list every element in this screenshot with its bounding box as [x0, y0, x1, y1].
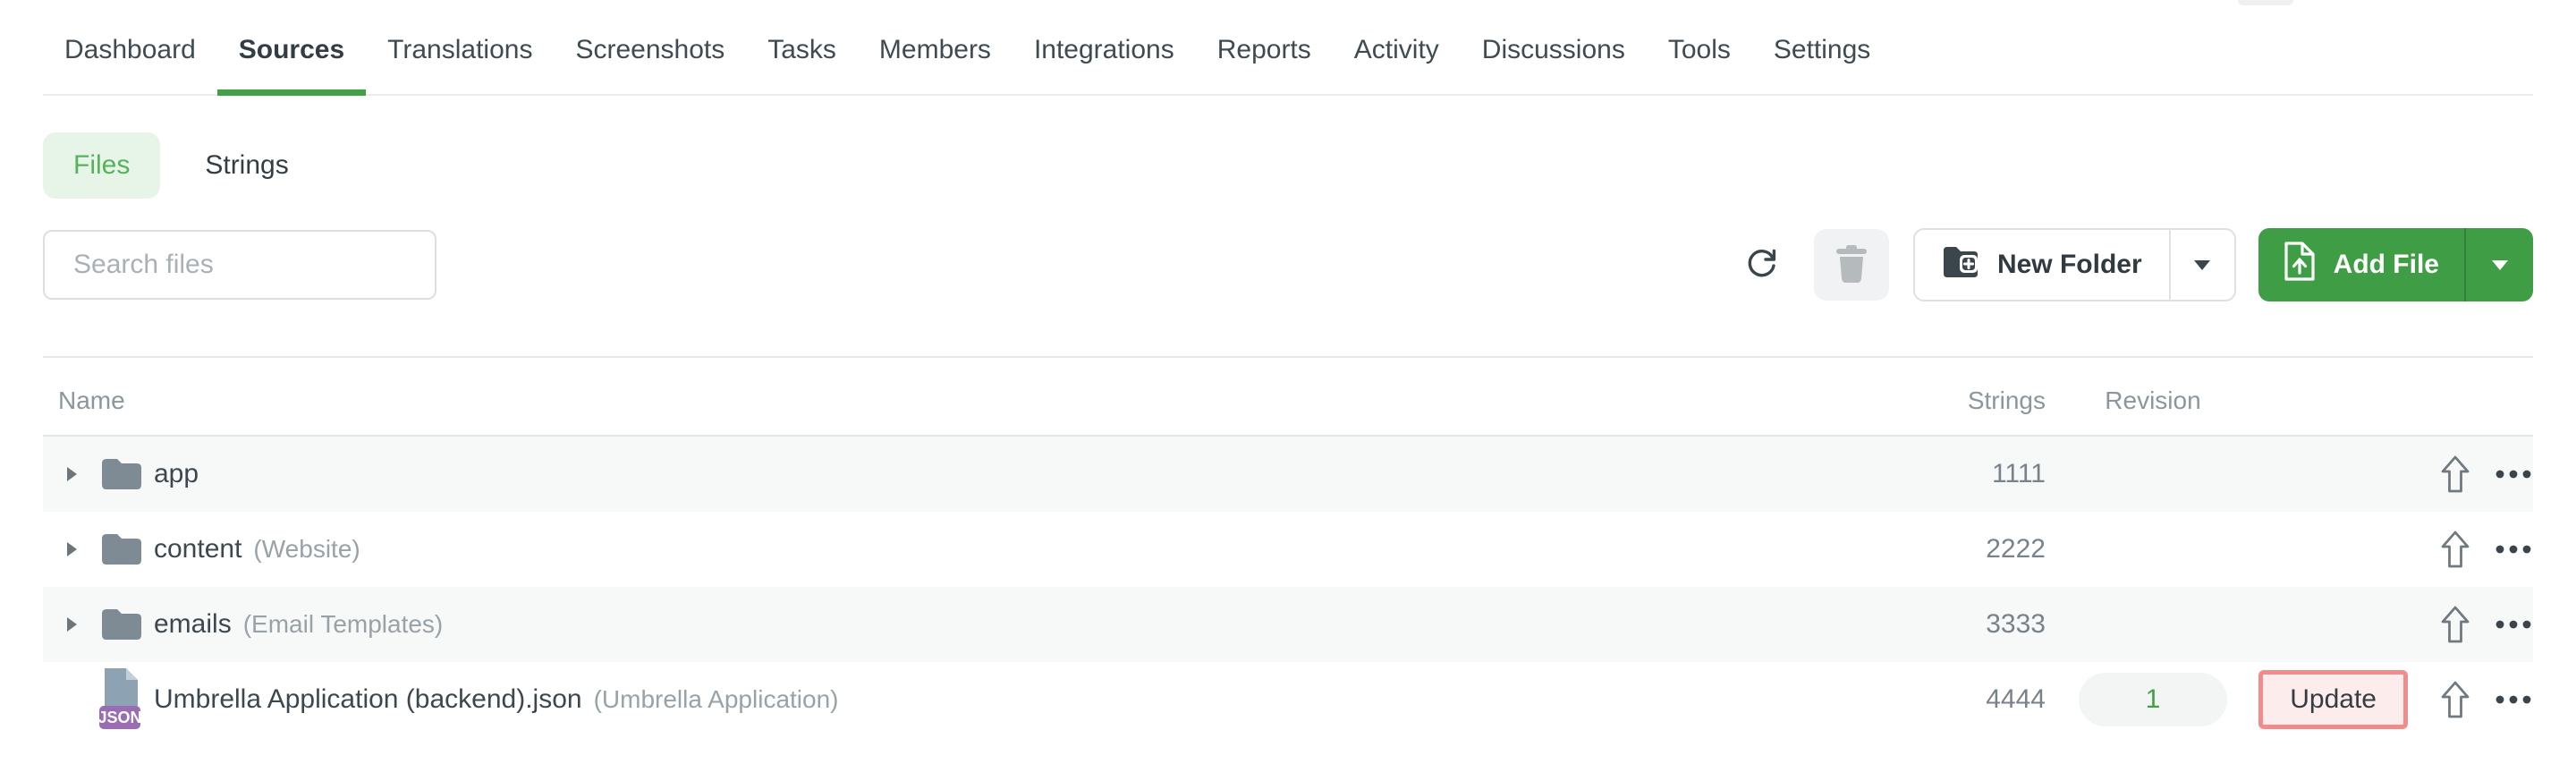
folder-icon [99, 607, 142, 641]
new-folder-button[interactable]: New Folder [1915, 230, 2169, 300]
file-upload-icon [2284, 241, 2316, 289]
strings-count: 3333 [1986, 609, 2046, 639]
add-file-button[interactable]: Add File [2258, 228, 2464, 301]
json-file-icon: JSON [99, 667, 142, 732]
more-menu-icon[interactable] [2494, 470, 2533, 479]
search-input[interactable] [43, 230, 436, 300]
table-row[interactable]: content (Website) 2222 [43, 512, 2533, 587]
table-row[interactable]: app 1111 [43, 437, 2533, 512]
revision-badge[interactable]: 1 [2079, 673, 2227, 726]
refresh-icon [1744, 246, 1780, 284]
nav-tab-translations[interactable]: Translations [366, 0, 554, 94]
update-button[interactable]: Update [2258, 670, 2408, 729]
json-badge-label: JSON [99, 709, 142, 726]
nav-tab-integrations[interactable]: Integrations [1013, 0, 1196, 94]
chevron-down-icon [2491, 259, 2508, 270]
new-folder-split-button: New Folder [1912, 228, 2236, 301]
upload-icon[interactable] [2440, 681, 2470, 718]
more-menu-icon[interactable] [2494, 545, 2533, 554]
upload-icon[interactable] [2440, 531, 2470, 568]
tab-files[interactable]: Files [43, 132, 161, 199]
folder-icon [99, 457, 142, 491]
expand-caret-icon[interactable] [65, 541, 78, 557]
more-menu-icon[interactable] [2494, 695, 2533, 704]
nav-tab-discussions[interactable]: Discussions [1461, 0, 1647, 94]
file-name[interactable]: Umbrella Application (backend).json [154, 684, 582, 715]
expand-caret-icon[interactable] [65, 616, 78, 632]
nav-tab-dashboard[interactable]: Dashboard [43, 0, 217, 94]
files-toolbar: New Folder Add File [43, 228, 2533, 301]
table-row[interactable]: JSON Umbrella Application (backend).json… [43, 662, 2533, 737]
chevron-down-icon [2194, 259, 2211, 270]
nav-tab-screenshots[interactable]: Screenshots [554, 0, 746, 94]
folder-name[interactable]: content [154, 534, 242, 565]
folder-secondary-label: (Email Templates) [242, 610, 444, 638]
nav-tab-reports[interactable]: Reports [1196, 0, 1333, 94]
new-folder-dropdown[interactable] [2168, 230, 2234, 300]
view-toggle: Files Strings [43, 132, 2533, 199]
strings-count: 1111 [1991, 459, 2046, 488]
folder-icon [99, 532, 142, 566]
delete-button[interactable] [1813, 229, 1889, 301]
more-menu-icon[interactable] [2494, 620, 2533, 629]
folder-name[interactable]: app [154, 459, 199, 489]
trash-icon [1835, 244, 1867, 285]
nav-tab-sources[interactable]: Sources [216, 0, 367, 96]
folder-plus-icon [1942, 245, 1979, 284]
add-file-dropdown[interactable] [2464, 228, 2533, 301]
nav-tab-activity[interactable]: Activity [1333, 0, 1461, 94]
nav-tab-tools[interactable]: Tools [1647, 0, 1752, 94]
strings-count: 4444 [1986, 684, 2046, 714]
main-nav: Dashboard Sources Translations Screensho… [43, 0, 2533, 96]
nav-tab-tasks[interactable]: Tasks [746, 0, 858, 94]
table-row[interactable]: emails (Email Templates) 3333 [43, 587, 2533, 662]
nav-tab-members[interactable]: Members [858, 0, 1013, 94]
folder-secondary-label: (Website) [253, 535, 360, 563]
upload-icon[interactable] [2440, 455, 2470, 493]
expand-caret-icon[interactable] [65, 466, 78, 482]
column-header-name: Name [58, 386, 125, 414]
refresh-button[interactable] [1742, 229, 1782, 301]
folder-name[interactable]: emails [154, 609, 232, 640]
add-file-label: Add File [2333, 250, 2439, 279]
column-header-strings: Strings [1967, 386, 2046, 414]
table-header: Name Strings Revision [43, 358, 2533, 437]
strings-count: 2222 [1986, 534, 2046, 564]
nav-tab-settings[interactable]: Settings [1752, 0, 1892, 94]
file-secondary-label: (Umbrella Application) [593, 685, 839, 713]
upload-icon[interactable] [2440, 606, 2470, 643]
column-header-revision: Revision [2105, 386, 2201, 414]
add-file-split-button: Add File [2258, 228, 2533, 301]
tab-strings[interactable]: Strings [182, 132, 310, 199]
new-folder-label: New Folder [1996, 250, 2142, 279]
